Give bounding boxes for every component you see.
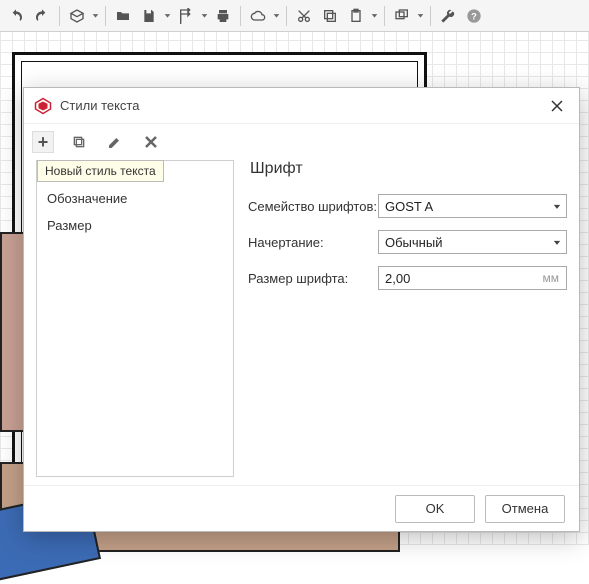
save-icon[interactable] (137, 4, 161, 28)
toolbar-separator (105, 6, 106, 26)
edit-style-button[interactable] (104, 131, 126, 153)
paste-icon[interactable] (344, 4, 368, 28)
copy-icon[interactable] (318, 4, 342, 28)
font-family-select[interactable]: GOST A (378, 194, 567, 218)
style-properties-pane: Шрифт Семейство шрифтов: GOST A Начертан… (248, 160, 567, 477)
toolbar-separator (384, 6, 385, 26)
toolbar-separator (430, 6, 431, 26)
folder-open-icon[interactable] (111, 4, 135, 28)
windows-icon[interactable] (390, 4, 414, 28)
dropdown-caret-icon[interactable] (163, 12, 172, 19)
undo-icon[interactable] (4, 4, 28, 28)
duplicate-style-button[interactable] (68, 131, 90, 153)
package-icon[interactable] (65, 4, 89, 28)
close-button[interactable] (545, 94, 569, 118)
font-style-row: Начертание: Обычный (248, 230, 567, 254)
font-size-unit: мм (543, 271, 560, 285)
delete-style-button[interactable] (140, 131, 162, 153)
app-logo-icon (34, 97, 52, 115)
app-toolbar: ? (0, 0, 589, 32)
toolbar-separator (286, 6, 287, 26)
section-heading: Шрифт (250, 160, 567, 178)
dialog-body: Новый стиль текста Обозначение Размер Шр… (24, 160, 579, 485)
font-size-row: Размер шрифта: мм (248, 266, 567, 290)
export-icon[interactable] (174, 4, 198, 28)
svg-text:?: ? (471, 11, 477, 21)
font-style-label: Начертание: (248, 235, 378, 250)
print-icon[interactable] (211, 4, 235, 28)
add-style-button[interactable]: + (32, 131, 54, 153)
ok-button[interactable]: OK (395, 495, 475, 523)
font-family-row: Семейство шрифтов: GOST A (248, 194, 567, 218)
font-size-label: Размер шрифта: (248, 271, 378, 286)
dialog-titlebar: Стили текста (24, 88, 579, 124)
styles-list-pane: Новый стиль текста Обозначение Размер (36, 160, 234, 477)
dialog-footer: OK Отмена (24, 485, 579, 531)
wrench-icon[interactable] (436, 4, 460, 28)
redo-icon[interactable] (30, 4, 54, 28)
cut-icon[interactable] (292, 4, 316, 28)
new-style-tooltip: Новый стиль текста (37, 160, 164, 182)
text-styles-dialog: Стили текста + Новый стиль текста Обозна… (23, 87, 580, 532)
dropdown-caret-icon[interactable] (370, 12, 379, 19)
help-icon[interactable]: ? (462, 4, 486, 28)
font-size-input[interactable] (378, 266, 567, 290)
cloud-icon[interactable] (246, 4, 270, 28)
toolbar-separator (59, 6, 60, 26)
list-item[interactable]: Размер (37, 212, 233, 239)
toolbar-separator (240, 6, 241, 26)
dropdown-caret-icon[interactable] (200, 12, 209, 19)
font-style-select[interactable]: Обычный (378, 230, 567, 254)
dialog-toolbar: + (24, 124, 579, 160)
dropdown-caret-icon[interactable] (416, 12, 425, 19)
dropdown-caret-icon[interactable] (272, 12, 281, 19)
font-family-label: Семейство шрифтов: (248, 199, 378, 214)
dropdown-caret-icon[interactable] (91, 12, 100, 19)
dialog-title: Стили текста (60, 98, 545, 113)
list-item[interactable]: Обозначение (37, 185, 233, 212)
styles-list: Обозначение Размер (37, 185, 233, 239)
cancel-button[interactable]: Отмена (485, 495, 565, 523)
